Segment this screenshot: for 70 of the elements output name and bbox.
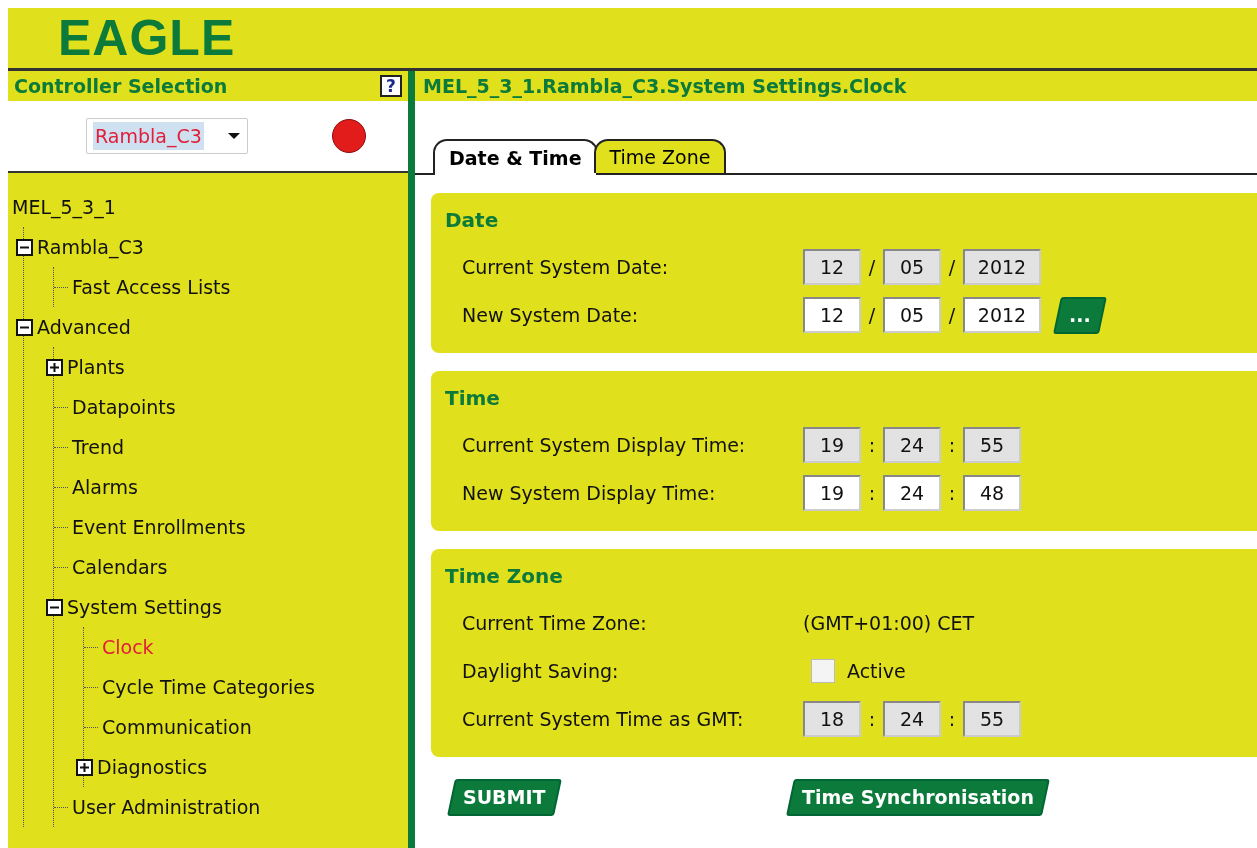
separator: : (867, 432, 877, 458)
field-label: New System Display Time: (461, 480, 717, 506)
help-button[interactable]: ? (380, 75, 402, 97)
input-field[interactable]: 2012 (963, 297, 1041, 333)
readonly-value: 24 (883, 701, 941, 737)
separator: : (947, 480, 957, 506)
breadcrumb-path: MEL_5_3_1.Rambla_C3.System Settings.Clock (423, 73, 907, 100)
separator: / (867, 254, 877, 280)
input-field[interactable]: 05 (883, 297, 941, 333)
tree-item[interactable]: Event Enrollments (72, 512, 246, 542)
tree-item[interactable]: Datapoints (72, 392, 176, 422)
section-title: Date (445, 207, 500, 234)
section-title: Time (445, 385, 501, 412)
status-light (332, 119, 366, 153)
collapse-icon[interactable] (16, 318, 33, 336)
field-label: Current System Time as GMT: (461, 706, 745, 732)
tree-item[interactable]: Diagnostics (97, 752, 208, 782)
tree-item[interactable]: Alarms (72, 472, 138, 502)
tree-item[interactable]: System Settings (67, 592, 222, 622)
readonly-value: 24 (883, 427, 941, 463)
field-label: Current Time Zone: (461, 610, 648, 636)
expand-icon[interactable] (76, 758, 93, 776)
input-field[interactable]: 19 (803, 475, 861, 511)
field-label: Daylight Saving: (461, 658, 620, 684)
readonly-value: 2012 (963, 249, 1041, 285)
field-label: New System Date: (461, 302, 640, 328)
sync-button[interactable]: Time Synchronisation (785, 779, 1050, 816)
tree-item[interactable]: Plants (67, 352, 125, 382)
field-label: Current System Date: (461, 254, 670, 280)
readonly-value: 18 (803, 701, 861, 737)
input-field[interactable]: 12 (803, 297, 861, 333)
tree-item[interactable]: Advanced (37, 312, 131, 342)
controller-dropdown[interactable]: Rambla_C3 (86, 118, 248, 154)
date-picker-button[interactable]: ... (1053, 296, 1107, 334)
separator: / (867, 302, 877, 328)
separator: / (947, 254, 957, 280)
readonly-value: 55 (963, 701, 1021, 737)
tree-item[interactable]: Trend (72, 432, 124, 462)
section-title: Time Zone (445, 563, 564, 590)
expand-icon[interactable] (46, 358, 63, 376)
field-label: Current System Display Time: (461, 432, 747, 458)
separator: : (947, 706, 957, 732)
separator: : (867, 480, 877, 506)
separator: : (947, 432, 957, 458)
readonly-value: 12 (803, 249, 861, 285)
tree-item[interactable]: Cycle Time Categories (102, 672, 315, 702)
readonly-value: 19 (803, 427, 861, 463)
checkbox[interactable] (811, 659, 835, 683)
tab[interactable]: Time Zone (593, 139, 727, 173)
tree-item[interactable]: Calendars (72, 552, 168, 582)
eagle-logo: EAGLE (58, 13, 236, 63)
tree-item[interactable]: Rambla_C3 (37, 232, 144, 262)
readonly-value: 55 (963, 427, 1021, 463)
tab[interactable]: Date & Time (433, 139, 598, 175)
field-value: (GMT+01:00) CET (803, 610, 975, 636)
caret-icon (227, 132, 241, 140)
tree-item[interactable]: Communication (102, 712, 252, 742)
input-field[interactable]: 24 (883, 475, 941, 511)
separator: : (867, 706, 877, 732)
checkbox-label: Active (847, 658, 906, 684)
tree-item[interactable]: User Administration (72, 792, 261, 822)
tree-item[interactable]: MEL_5_3_1 (12, 192, 116, 222)
tree-item[interactable]: Fast Access Lists (72, 272, 231, 302)
submit-button[interactable]: SUBMIT (447, 779, 562, 816)
collapse-icon[interactable] (16, 238, 33, 256)
input-field[interactable]: 48 (963, 475, 1021, 511)
separator: / (947, 302, 957, 328)
readonly-value: 05 (883, 249, 941, 285)
panel-title: Controller Selection (14, 73, 228, 99)
collapse-icon[interactable] (46, 598, 63, 616)
